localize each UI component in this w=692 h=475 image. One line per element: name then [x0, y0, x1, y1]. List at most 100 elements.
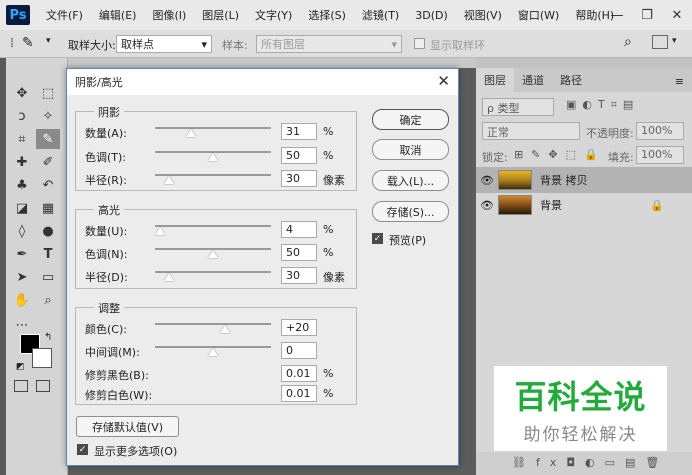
- close-icon[interactable]: ✕: [437, 72, 450, 90]
- filter-icons[interactable]: ▣◐T⌗▤: [566, 98, 639, 112]
- visibility-eye-icon[interactable]: 👁: [476, 199, 498, 212]
- layer-kind-filter[interactable]: ρ 类型: [482, 98, 554, 116]
- history-brush-tool-icon[interactable]: ↶: [36, 175, 60, 195]
- background-color-swatch[interactable]: [32, 348, 52, 368]
- ok-button[interactable]: 确定: [372, 109, 449, 130]
- highlights-radius-slider-thumb[interactable]: [163, 273, 174, 281]
- midtone-field[interactable]: 0: [281, 342, 317, 359]
- shadows-tone-slider-thumb[interactable]: [208, 153, 218, 161]
- lasso-tool-icon[interactable]: ↄ: [10, 106, 34, 126]
- preview-checkbox[interactable]: ✓: [372, 233, 383, 244]
- fill-field[interactable]: 100%: [636, 146, 684, 164]
- eyedropper-tool-icon[interactable]: ✎: [36, 129, 60, 149]
- visibility-eye-icon[interactable]: 👁: [476, 174, 498, 187]
- type-tool-icon[interactable]: T: [36, 244, 60, 264]
- load-button[interactable]: 载入(L)...: [372, 170, 449, 191]
- show-ring-checkbox[interactable]: [414, 38, 425, 49]
- menu-window[interactable]: 窗口(W): [510, 7, 567, 23]
- shadows-amount-label: 数量(A):: [85, 127, 127, 140]
- menu-type[interactable]: 文字(Y): [247, 7, 300, 23]
- layer-row-background-copy[interactable]: 👁 背景 拷贝: [476, 167, 692, 193]
- chevron-down-icon[interactable]: ▾: [672, 36, 677, 46]
- shadows-amount-field[interactable]: 31: [281, 123, 317, 140]
- midtone-label: 中间调(M):: [85, 346, 140, 359]
- dialog-titlebar[interactable]: 阴影/高光 ✕: [67, 69, 458, 95]
- marquee-tool-icon[interactable]: ⬚: [36, 83, 60, 103]
- shadows-tone-unit: %: [323, 149, 334, 162]
- clone-stamp-tool-icon[interactable]: ♣: [10, 175, 34, 195]
- crop-tool-icon[interactable]: ⌗: [10, 129, 34, 149]
- color-field[interactable]: +20: [281, 319, 317, 336]
- menu-image[interactable]: 图像(I): [144, 7, 194, 23]
- workspace-icon[interactable]: [652, 35, 668, 49]
- blur-tool-icon[interactable]: ◊: [10, 221, 34, 241]
- tab-layers[interactable]: 图层: [476, 68, 514, 92]
- eraser-tool-icon[interactable]: ◪: [10, 198, 34, 218]
- color-slider-thumb[interactable]: [219, 325, 230, 333]
- menu-3d[interactable]: 3D(D): [407, 9, 456, 22]
- menu-layer[interactable]: 图层(L): [194, 7, 247, 23]
- highlights-amount-slider-thumb[interactable]: [154, 227, 165, 235]
- chevron-down-icon[interactable]: ▾: [46, 36, 51, 46]
- watermark-logo: 百科全说 助你轻松解决: [494, 366, 667, 451]
- more-tools-icon[interactable]: ⋯: [10, 315, 34, 335]
- document-tab[interactable]: [68, 58, 476, 68]
- move-tool-icon[interactable]: ✥: [10, 83, 34, 103]
- tab-channels[interactable]: 通道: [514, 68, 552, 92]
- restore-button[interactable]: ❐: [632, 0, 662, 30]
- menu-filter[interactable]: 滤镜(T): [354, 7, 407, 23]
- menu-select[interactable]: 选择(S): [300, 7, 354, 23]
- sample-size-select[interactable]: 取样点 ▾: [116, 35, 212, 53]
- sample-select[interactable]: 所有图层 ▾: [256, 35, 402, 53]
- highlights-radius-field[interactable]: 30: [281, 267, 317, 284]
- highlights-tone-slider-thumb[interactable]: [208, 250, 218, 258]
- shadows-tone-field[interactable]: 50: [281, 147, 317, 164]
- close-window-button[interactable]: ✕: [662, 0, 692, 30]
- shadows-radius-field[interactable]: 30: [281, 170, 317, 187]
- blend-mode-select[interactable]: 正常: [482, 122, 580, 140]
- shadows-amount-slider[interactable]: [155, 127, 271, 129]
- gradient-tool-icon[interactable]: ▦: [36, 198, 60, 218]
- clip-black-unit: %: [323, 367, 334, 380]
- panel-menu-icon[interactable]: ≡: [667, 71, 692, 92]
- clip-white-field[interactable]: 0.01: [281, 385, 317, 402]
- shadows-amount-slider-thumb[interactable]: [185, 129, 196, 137]
- clip-black-field[interactable]: 0.01: [281, 365, 317, 382]
- save-defaults-button[interactable]: 存储默认值(V): [76, 416, 179, 437]
- more-options-label: 显示更多选项(O): [94, 445, 178, 458]
- cancel-button[interactable]: 取消: [372, 139, 449, 160]
- layer-panel-footer-icons[interactable]: ⛓fx◘◐▭▤🗑: [476, 452, 692, 475]
- opacity-field[interactable]: 100%: [636, 122, 684, 140]
- swap-colors-icon[interactable]: ↰: [44, 332, 52, 343]
- search-icon[interactable]: ⌕: [624, 34, 632, 50]
- screen-mode-icon[interactable]: [36, 380, 50, 392]
- menu-view[interactable]: 视图(V): [456, 7, 510, 23]
- pen-tool-icon[interactable]: ✒: [10, 244, 34, 264]
- menu-file[interactable]: 文件(F): [38, 7, 91, 23]
- color-slider[interactable]: [155, 323, 271, 325]
- tab-paths[interactable]: 路径: [552, 68, 590, 92]
- layer-row-background[interactable]: 👁 背景 🔒: [476, 192, 692, 218]
- more-options-checkbox[interactable]: ✓: [77, 444, 88, 455]
- healing-brush-tool-icon[interactable]: ✚: [10, 152, 34, 172]
- magic-wand-tool-icon[interactable]: ✧: [36, 106, 60, 126]
- path-selection-tool-icon[interactable]: ➤: [10, 267, 34, 287]
- save-button[interactable]: 存储(S)...: [372, 201, 449, 222]
- highlights-tone-field[interactable]: 50: [281, 244, 317, 261]
- eyedropper-icon[interactable]: ✎: [22, 35, 34, 51]
- midtone-slider-thumb[interactable]: [208, 348, 218, 356]
- dodge-tool-icon[interactable]: ●: [36, 221, 60, 241]
- zoom-tool-icon[interactable]: ⌕: [36, 290, 60, 310]
- menu-edit[interactable]: 编辑(E): [91, 7, 145, 23]
- highlights-amount-slider[interactable]: [155, 225, 271, 227]
- hand-tool-icon[interactable]: ✋: [10, 290, 34, 310]
- default-colors-icon[interactable]: ◩: [16, 362, 25, 372]
- shadows-radius-slider-thumb[interactable]: [163, 176, 174, 184]
- highlights-amount-field[interactable]: 4: [281, 221, 317, 238]
- brush-tool-icon[interactable]: ✐: [36, 152, 60, 172]
- minimize-button[interactable]: —: [602, 0, 632, 30]
- quick-mask-icon[interactable]: [14, 380, 28, 392]
- window-controls: — ❐ ✕: [602, 0, 692, 30]
- shape-tool-icon[interactable]: ▭: [36, 267, 60, 287]
- lock-icons[interactable]: ⊞✎✥⬚🔒: [514, 148, 606, 161]
